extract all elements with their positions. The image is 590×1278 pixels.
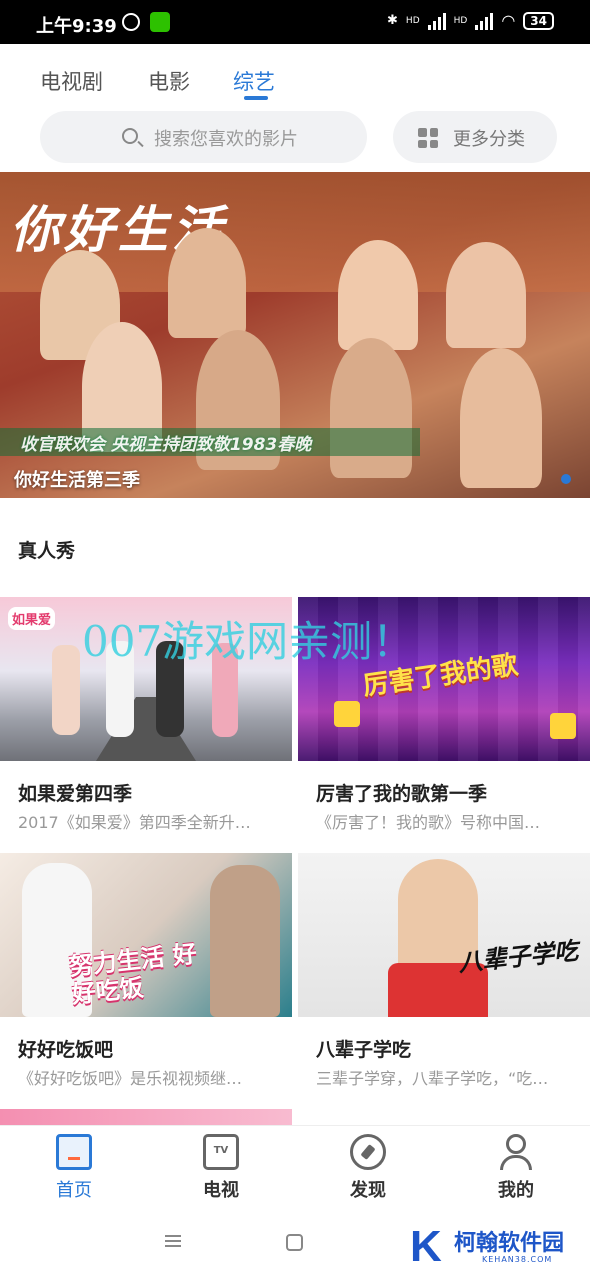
home-icon: [56, 1134, 92, 1170]
show-thumbnail: 努力生活 好好吃饭: [0, 853, 292, 1017]
show-title: 好好吃饭吧: [18, 1039, 114, 1061]
status-time: 上午9:39: [36, 16, 117, 37]
nav-label: 首页: [56, 1180, 92, 1201]
active-tab-indicator: [244, 96, 268, 100]
nav-label: 发现: [350, 1180, 386, 1201]
show-title: 八辈子学吃: [316, 1039, 412, 1061]
banner-host-7: [330, 338, 412, 478]
watermark-text: 007游戏网亲测！: [82, 617, 415, 666]
carousel-dot: [561, 474, 571, 484]
signal-icon: [427, 12, 446, 30]
tv-icon: TV: [203, 1134, 239, 1170]
show-thumbnail: 八辈子学吃: [298, 853, 590, 1017]
thumb-person: [210, 865, 280, 1017]
nav-mine[interactable]: 我的: [476, 1134, 556, 1202]
site-logo-name: 柯翰软件园: [454, 1231, 565, 1256]
network-label-2: HD: [453, 15, 468, 26]
nav-label: 电视: [203, 1180, 239, 1201]
discover-icon: [350, 1134, 386, 1170]
wifi-icon: ◠: [501, 11, 516, 30]
bluetooth-icon: ✱: [387, 13, 398, 28]
nav-label: 我的: [498, 1180, 534, 1201]
user-icon-head: [506, 1134, 526, 1154]
section-title: 真人秀: [18, 540, 76, 562]
battery-icon: 34: [523, 11, 554, 30]
home-square-icon[interactable]: [286, 1234, 303, 1251]
grid-icon: [418, 128, 438, 148]
site-logo: K 柯翰软件园 KEHAN38.COM: [410, 1225, 570, 1275]
alarm-icon: [122, 13, 140, 31]
banner-host-8: [460, 348, 542, 488]
show-description: 《好好吃饭吧》是乐视视频继…: [18, 1069, 243, 1088]
show-thumbnail-partial[interactable]: [0, 1109, 292, 1125]
search-icon: [122, 128, 138, 144]
banner-host-2: [168, 228, 246, 338]
banner-caption: 你好生活第三季: [14, 470, 140, 491]
network-label-1: HD: [405, 15, 420, 26]
user-icon-body: [500, 1155, 532, 1170]
site-logo-mark: K: [410, 1222, 442, 1271]
nav-home[interactable]: 首页: [34, 1134, 114, 1202]
status-bar: 上午9:39 ✱ HD HD ◠ 34: [0, 0, 590, 44]
nav-discover[interactable]: 发现: [328, 1134, 408, 1202]
show-card[interactable]: 努力生活 好好吃饭 好好吃饭吧 《好好吃饭吧》是乐视视频继…: [0, 853, 292, 1093]
show-title: 如果爱第四季: [18, 783, 133, 805]
show-description: 2017《如果爱》第四季全新升…: [18, 813, 251, 832]
more-categories-label: 更多分类: [453, 129, 525, 150]
tab-variety[interactable]: 综艺: [233, 66, 275, 96]
status-icons: ✱ HD HD ◠ 34: [387, 11, 554, 30]
banner-ticker: 收官联欢会 央视主持团致敬1983春晚: [20, 435, 312, 455]
banner-host-4: [446, 242, 526, 348]
signal-icon-2: [475, 12, 494, 30]
banner-host-3: [338, 240, 418, 350]
system-nav-bar: K 柯翰软件园 KEHAN38.COM: [0, 1207, 590, 1278]
user-icon: [498, 1134, 534, 1170]
thumb-person: [52, 645, 80, 735]
bottom-nav: 首页 TV 电视 发现 我的: [0, 1125, 590, 1207]
site-logo-domain: KEHAN38.COM: [482, 1255, 553, 1264]
show-card[interactable]: 八辈子学吃 八辈子学吃 三辈子学穿，八辈子学吃，“吃…: [298, 853, 590, 1093]
thumb-logo: 如果爱: [8, 607, 56, 630]
thumb-cube: [550, 713, 576, 739]
search-input[interactable]: 搜索您喜欢的影片: [40, 111, 367, 163]
more-categories-button[interactable]: 更多分类: [393, 111, 557, 163]
top-tabs: 电视剧 电影 综艺: [0, 44, 590, 106]
banner-carousel[interactable]: 你好生活 收官联欢会 央视主持团致敬1983春晚 你好生活第三季: [0, 172, 590, 498]
search-placeholder: 搜索您喜欢的影片: [154, 129, 298, 150]
tab-tv-series[interactable]: 电视剧: [40, 66, 103, 96]
show-description: 三辈子学穿，八辈子学吃，“吃…: [316, 1069, 549, 1088]
wechat-icon: [150, 12, 170, 32]
show-title: 厉害了我的歌第一季: [316, 783, 488, 805]
thumb-cube: [334, 701, 360, 727]
menu-icon[interactable]: [165, 1235, 181, 1247]
nav-tv[interactable]: TV 电视: [181, 1134, 261, 1202]
show-description: 《厉害了！我的歌》号称中国…: [316, 813, 541, 832]
tab-movies[interactable]: 电影: [148, 66, 190, 96]
